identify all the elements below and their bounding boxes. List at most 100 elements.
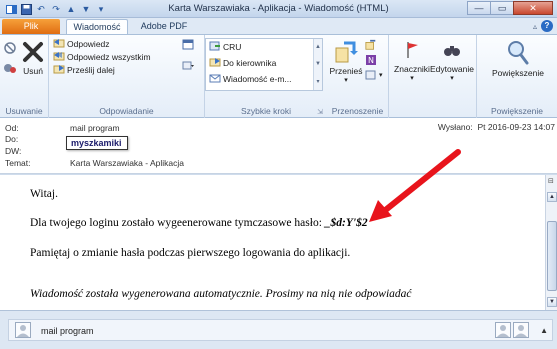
editing-button[interactable]: Edytowanie ▾: [429, 40, 475, 82]
reply-button[interactable]: Odpowiedz: [53, 38, 110, 49]
reply-label: Odpowiedz: [67, 38, 110, 49]
maximize-button[interactable]: ▭: [490, 1, 514, 15]
flag-icon: [402, 40, 422, 60]
body-scrollbar[interactable]: ⊟ ▲ ▼: [545, 175, 557, 310]
tab-message[interactable]: Wiadomość: [66, 19, 128, 34]
cc-label: DW:: [5, 146, 22, 156]
contact-avatar-1-icon[interactable]: [495, 322, 511, 338]
move-label: Przenieś: [329, 66, 363, 76]
people-pane-name[interactable]: mail program: [41, 326, 94, 336]
password-line: Dla twojego loginu zostało wygeenerowane…: [30, 217, 368, 229]
quick-steps-more-icon[interactable]: ▾: [316, 78, 319, 85]
forward-icon: [53, 64, 65, 75]
help-area: ▵ ?: [533, 20, 553, 32]
message-body: Witaj. Dla twojego loginu zostało wygeen…: [0, 175, 545, 310]
editing-label: Edytowanie: [430, 64, 474, 74]
ribbon-tabs: Plik Wiadomość Adobe PDF ▵ ?: [0, 18, 557, 34]
from-label: Od:: [5, 123, 19, 133]
more-respond-button[interactable]: [182, 60, 194, 71]
binoculars-icon: [442, 40, 462, 60]
scroll-up-button[interactable]: ▲: [547, 192, 557, 202]
calendar-icon: [182, 39, 194, 50]
reply-all-button[interactable]: Odpowiedz wszystkim: [53, 51, 151, 62]
onenote-button[interactable]: N: [365, 54, 377, 65]
group-zoom: Powiększenie Powiększenie: [477, 35, 557, 118]
quick-steps-scroll[interactable]: ▲ ▼ ▾: [313, 39, 322, 90]
reminder-text: Pamiętaj o zmianie hasła podczas pierwsz…: [30, 247, 351, 259]
group-label-delete: Usuwanie: [5, 106, 43, 116]
quick-step-email-icon: [209, 73, 221, 84]
tags-label: Znaczniki: [394, 64, 430, 74]
close-button[interactable]: ✕: [513, 1, 553, 15]
contact-avatar-2-icon[interactable]: [513, 322, 529, 338]
quick-step-cru-icon: [209, 41, 221, 52]
expand-people-pane-icon[interactable]: ▲: [540, 326, 548, 335]
tags-dropdown-icon: ▾: [410, 75, 414, 82]
quick-step-cru-label: CRU: [223, 41, 242, 52]
reply-all-label: Odpowiedz wszystkim: [67, 51, 151, 62]
onenote-icon: N: [365, 54, 377, 65]
meeting-button[interactable]: [182, 39, 194, 50]
greeting-text: Witaj.: [30, 188, 58, 200]
more-respond-icon: [182, 60, 194, 71]
scroll-splitter-icon[interactable]: ⊟: [548, 177, 554, 185]
delete-button[interactable]: Usuń: [19, 41, 47, 76]
zoom-button[interactable]: Powiększenie: [483, 39, 553, 78]
temporary-password: _$d:Y'$2: [324, 217, 368, 229]
subject-value: Karta Warszawiaka - Aplikacja: [70, 158, 185, 168]
delete-x-icon: [22, 41, 44, 63]
group-tags-editing: Znaczniki ▾ Edytowanie ▾: [389, 35, 477, 118]
quick-steps-up-icon[interactable]: ▲: [315, 44, 321, 50]
junk-button[interactable]: [3, 61, 17, 75]
move-button[interactable]: Przenieś ▾: [329, 40, 363, 84]
quick-step-manager-label: Do kierownika: [223, 57, 277, 68]
move-icon: [334, 40, 358, 64]
reply-icon: [53, 38, 65, 49]
ignore-icon: [3, 41, 17, 55]
group-label-respond: Odpowiadanie: [99, 106, 154, 116]
svg-text:N: N: [368, 56, 374, 65]
forward-button[interactable]: Prześlij dalej: [53, 64, 115, 75]
title-bar: ↶ ↷ ▲ ▼ ▾ Karta Warszawiaka - Aplikacja …: [0, 0, 557, 18]
rules-icon: [365, 39, 377, 50]
minimize-ribbon-icon[interactable]: ▵: [533, 22, 537, 31]
tab-file[interactable]: Plik: [2, 19, 60, 34]
quick-step-manager[interactable]: Do kierownika: [209, 57, 276, 68]
help-icon[interactable]: ?: [541, 20, 553, 32]
quick-steps-launcher-icon[interactable]: ⇲: [317, 108, 323, 116]
quick-steps-gallery: CRU Do kierownika Wiadomość e-m... ▲ ▼ ▾: [205, 38, 323, 91]
actions-icon: [365, 69, 377, 80]
forward-label: Prześlij dalej: [67, 64, 115, 75]
editing-dropdown-icon: ▾: [450, 75, 454, 82]
ignore-button[interactable]: [3, 41, 17, 55]
sent-value: Pt 2016-09-23 14:07: [477, 122, 555, 132]
sent-info: Wysłano: Pt 2016-09-23 14:07: [438, 122, 555, 132]
minimize-button[interactable]: —: [467, 1, 491, 15]
actions-dropdown-icon: ▾: [379, 71, 383, 79]
from-value[interactable]: mail program: [70, 123, 120, 133]
group-label-zoom: Powiększenie: [491, 106, 543, 116]
window-controls: — ▭ ✕: [467, 1, 553, 15]
group-label-quick-steps: Szybkie kroki: [240, 106, 292, 116]
ribbon: Usuń Usuwanie Odpowiedz Odpowiedz wszyst…: [0, 34, 557, 118]
subject-label: Temat:: [5, 158, 31, 168]
sent-label: Wysłano:: [437, 122, 473, 132]
rules-button[interactable]: [365, 39, 377, 50]
scroll-down-button[interactable]: ▼: [547, 297, 557, 307]
tab-adobe-pdf[interactable]: Adobe PDF: [134, 19, 194, 34]
group-label-move: Przenoszenie: [331, 106, 384, 116]
to-label: Do:: [5, 134, 19, 144]
zoom-label: Powiększenie: [492, 68, 544, 78]
group-move: Przenieś ▾ N ▾ Przenoszenie: [327, 35, 389, 118]
actions-button[interactable]: ▾: [365, 69, 383, 80]
recipient-tooltip: myszkamiki: [66, 136, 128, 150]
move-dropdown-icon: ▾: [344, 77, 348, 84]
quick-step-email-label: Wiadomość e-m...: [223, 73, 292, 84]
delete-label: Usuń: [23, 66, 43, 76]
tags-button[interactable]: Znaczniki ▾: [393, 40, 431, 82]
quick-steps-down-icon[interactable]: ▼: [315, 61, 321, 67]
group-respond: Odpowiedz Odpowiedz wszystkim Prześlij d…: [49, 35, 205, 118]
quick-step-email[interactable]: Wiadomość e-m...: [209, 73, 292, 84]
scroll-thumb[interactable]: [547, 221, 557, 291]
quick-step-cru[interactable]: CRU: [209, 41, 241, 52]
